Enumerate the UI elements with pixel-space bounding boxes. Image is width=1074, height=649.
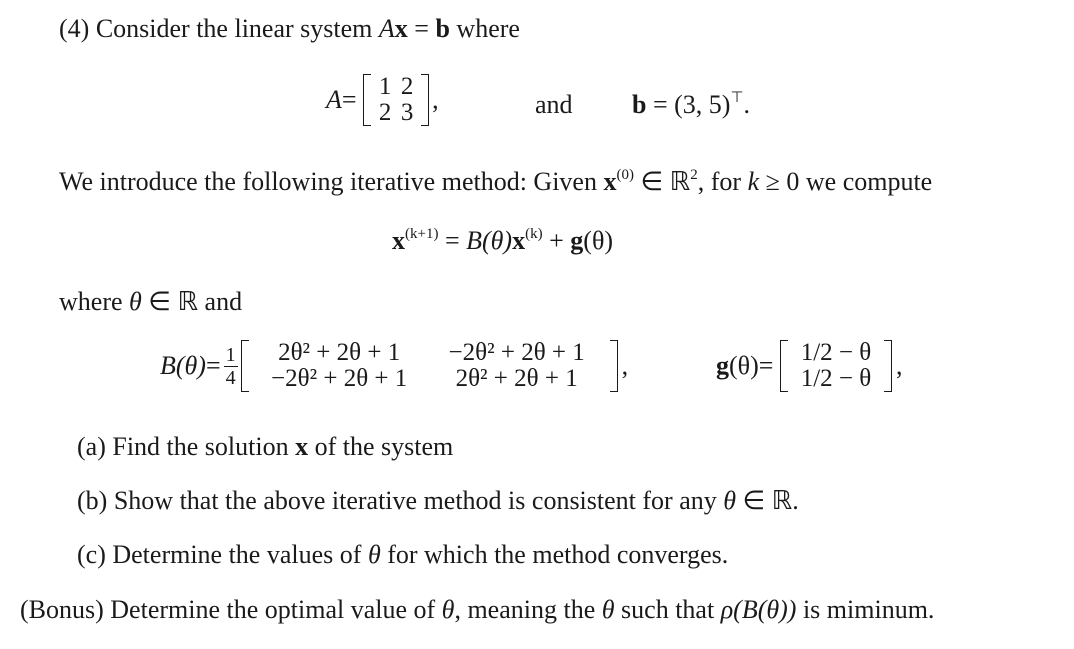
question-text: Determine the values of xyxy=(112,540,368,569)
where-text: where xyxy=(59,287,130,316)
comma: , xyxy=(621,351,629,380)
equals-sign: = xyxy=(438,226,467,255)
matrix-cell: 3 xyxy=(400,99,414,126)
equals-sign: = xyxy=(407,14,436,43)
right-bracket xyxy=(883,340,892,392)
initial-guess-x: x xyxy=(603,167,617,196)
in-R-text: ∈ ℝ xyxy=(633,167,691,196)
g-arg: (θ) xyxy=(729,351,759,380)
fraction-numerator: 1 xyxy=(223,343,238,367)
left-bracket xyxy=(363,74,372,126)
comma: , xyxy=(895,351,903,380)
theta-symbol: θ xyxy=(367,540,381,569)
question-text: Determine the optimal value of xyxy=(110,595,442,624)
where-text-line: where θ ∈ ℝ and xyxy=(59,287,242,317)
vector-b-definition: b = (3, 5)⊤. xyxy=(632,90,750,120)
equals-sign: = xyxy=(646,90,675,119)
question-label: (c) xyxy=(77,540,106,569)
matrix-cell: 1 xyxy=(378,73,392,100)
question-text: ∈ ℝ. xyxy=(736,486,799,515)
matrix-A: 1 2 2 3 xyxy=(363,73,430,126)
and-text: and xyxy=(535,90,573,119)
x-next: x xyxy=(392,226,405,255)
question-text: for which the method converges. xyxy=(380,540,729,569)
left-bracket xyxy=(240,340,249,392)
superscript-k: (k) xyxy=(525,226,543,242)
vector-cell: 1/2 − θ xyxy=(800,365,872,392)
equals-sign: = xyxy=(758,351,774,380)
matrix-cell: 2θ² + 2θ + 1 xyxy=(455,365,578,392)
question-b: (b) Show that the above iterative method… xyxy=(77,486,799,516)
question-text: Find the solution xyxy=(112,432,296,461)
g-label: g xyxy=(716,351,729,380)
plus-sign: + xyxy=(542,226,571,255)
comma: , xyxy=(432,85,439,114)
right-bracket xyxy=(421,74,430,126)
matrix-cell: −2θ² + 2θ + 1 xyxy=(448,339,585,366)
problem-number: (4) xyxy=(59,14,90,43)
k-symbol: k xyxy=(747,167,760,196)
superscript-0: (0) xyxy=(616,167,634,183)
matrix-cell: 2 xyxy=(378,99,392,126)
vector-symbol-b: b xyxy=(435,14,450,43)
vector-symbol-x: x xyxy=(394,14,408,43)
left-bracket xyxy=(779,340,788,392)
iter-text: , for xyxy=(697,167,748,196)
vector-label-b: b xyxy=(632,90,647,119)
B-theta: B(θ) xyxy=(466,226,513,255)
spectral-radius: ρ(B(θ)) xyxy=(720,595,797,624)
period: . xyxy=(743,90,751,119)
matrix-cell: 2θ² + 2θ + 1 xyxy=(278,339,401,366)
vector-cell: 1/2 − θ xyxy=(800,339,872,366)
theta-symbol: θ xyxy=(129,287,142,316)
intro-text: Consider the linear system xyxy=(95,14,373,43)
transpose-symbol: ⊤ xyxy=(730,90,744,106)
problem-statement-intro: (4) Consider the linear system Ax = b wh… xyxy=(59,14,520,44)
vector-b-value: (3, 5) xyxy=(674,90,731,119)
superscript-2: 2 xyxy=(690,167,698,183)
iter-text: ≥ 0 we compute xyxy=(759,167,933,196)
update-formula: x(k+1) = B(θ)x(k) + g(θ) xyxy=(392,226,613,256)
question-label: (Bonus) xyxy=(20,595,104,624)
equals-sign: = xyxy=(341,85,357,114)
matrix-label-A: A xyxy=(326,85,342,114)
B-label: B(θ) xyxy=(160,351,206,380)
question-bonus: (Bonus) Determine the optimal value of θ… xyxy=(20,595,934,625)
question-text: such that xyxy=(614,595,721,624)
g-arg: (θ) xyxy=(583,226,614,255)
question-text: is miminum. xyxy=(796,595,935,624)
matrix-cell: −2θ² + 2θ + 1 xyxy=(271,365,408,392)
fraction-one-quarter: 1 4 xyxy=(223,343,238,389)
theta-symbol: θ xyxy=(601,595,615,624)
question-text: of the system xyxy=(308,432,454,461)
question-text: , meaning the xyxy=(454,595,602,624)
vector-g-definition: g (θ) = 1/2 − θ 1/2 − θ , xyxy=(716,340,902,392)
question-a: (a) Find the solution x of the system xyxy=(77,432,453,462)
theta-symbol: θ xyxy=(723,486,737,515)
question-label: (a) xyxy=(77,432,106,461)
question-label: (b) xyxy=(77,486,108,515)
theta-symbol: θ xyxy=(441,595,455,624)
matrix-A-definition: A = 1 2 2 3 , xyxy=(326,74,439,126)
matrix-B-definition: B(θ) = 1 4 2θ² + 2θ + 1 −2θ² + 2θ + 1 −2… xyxy=(160,340,628,392)
equals-sign: = xyxy=(205,351,221,380)
where-rest: ∈ ℝ and xyxy=(141,287,243,316)
question-text: Show that the above iterative method is … xyxy=(113,486,724,515)
fraction-denominator: 4 xyxy=(225,366,236,389)
iterative-method-text: We introduce the following iterative met… xyxy=(59,167,932,197)
question-c: (c) Determine the values of θ for which … xyxy=(77,540,728,570)
matrix-B: 2θ² + 2θ + 1 −2θ² + 2θ + 1 −2θ² + 2θ + 1… xyxy=(240,339,618,392)
intro-end-text: where xyxy=(449,14,520,43)
matrix-symbol-A: A xyxy=(378,14,395,43)
g-symbol: g xyxy=(570,226,584,255)
matrix-cell: 2 xyxy=(400,73,414,100)
iter-text: We introduce the following iterative met… xyxy=(59,167,604,196)
superscript-k-plus-1: (k+1) xyxy=(405,226,439,242)
right-bracket xyxy=(609,340,618,392)
x-current: x xyxy=(512,226,526,255)
vector-g: 1/2 − θ 1/2 − θ xyxy=(779,339,892,392)
x-symbol: x xyxy=(295,432,309,461)
